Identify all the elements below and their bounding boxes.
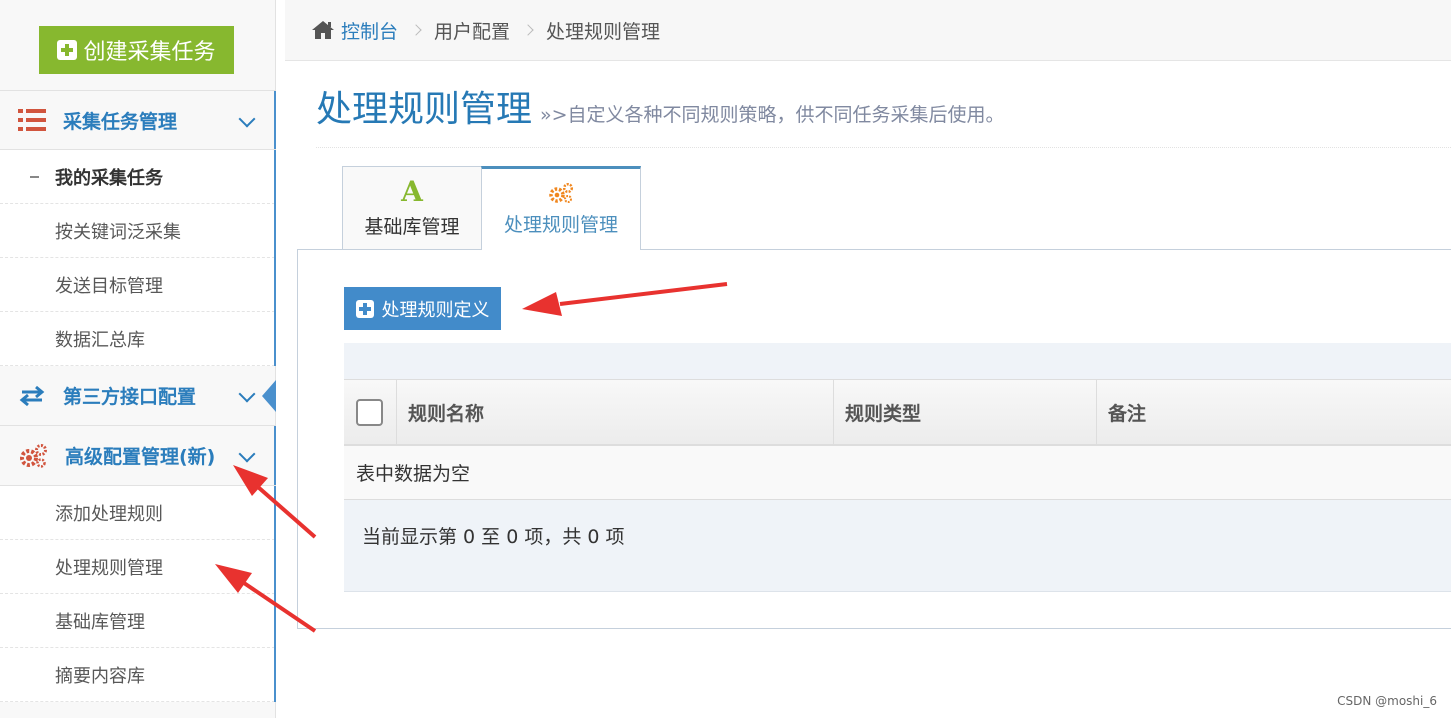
rules-table-wrapper: 规则名称 规则类型 备注 表中数据为空 当前显示第 0 至 0 项，共 0 项 (344, 343, 1451, 592)
list-icon (18, 109, 46, 131)
tab-panel: 处理规则定义 规则名称 规则类型 备注 表中数据为空 当前显示第 0 至 0 项… (297, 249, 1451, 629)
sidebar-item-label: 我的采集任务 (55, 167, 163, 189)
column-rule-type[interactable]: 规则类型 (833, 380, 1096, 444)
breadcrumb-current: 处理规则管理 (546, 20, 661, 43)
page-description: »>自定义各种不同规则策略，供不同任务采集后使用。 (540, 104, 1005, 126)
add-rule-label: 处理规则定义 (381, 299, 490, 321)
sidebar-item-base-library[interactable]: 基础库管理 (0, 594, 275, 648)
gears-icon (18, 443, 48, 469)
swap-icon (18, 385, 46, 407)
sidebar-item-summary-library[interactable]: 摘要内容库 (0, 648, 275, 702)
main-content: 控制台 用户配置 处理规则管理 处理规则管理 »>自定义各种不同规则策略，供不同… (285, 0, 1451, 718)
chevron-down-icon (238, 445, 256, 463)
watermark: CSDN @moshi_6 (1337, 694, 1437, 708)
sidebar-item-label: 发送目标管理 (55, 275, 163, 297)
sidebar-submenu-advanced-config: 添加处理规则 处理规则管理 基础库管理 摘要内容库 (0, 486, 276, 702)
sidebar-item-keyword-collect[interactable]: 按关键词泛采集 (0, 204, 275, 258)
sidebar-item-label: 基础库管理 (55, 611, 145, 633)
plus-icon (57, 40, 78, 60)
page-header: 处理规则管理 »>自定义各种不同规则策略，供不同任务采集后使用。 (316, 76, 1451, 148)
letter-a-icon: A (401, 175, 423, 208)
sidebar-submenu-task-management: 我的采集任务 按关键词泛采集 发送目标管理 数据汇总库 (0, 150, 276, 366)
tab-base-library[interactable]: A 基础库管理 (342, 166, 482, 250)
sidebar-item-add-rule[interactable]: 添加处理规则 (0, 486, 275, 540)
column-remark[interactable]: 备注 (1096, 380, 1451, 444)
sidebar-item-label: 添加处理规则 (55, 503, 163, 525)
sidebar-item-label: 数据汇总库 (55, 329, 145, 351)
column-rule-name[interactable]: 规则名称 (396, 380, 833, 444)
sidebar-group-advanced-config[interactable]: 高级配置管理(新) (0, 426, 276, 486)
sidebar-group-third-party[interactable]: 第三方接口配置 (0, 366, 276, 426)
breadcrumb-home-label: 控制台 (341, 20, 399, 43)
create-task-button[interactable]: 创建采集任务 (39, 26, 234, 74)
breadcrumb-home[interactable]: 控制台 (311, 17, 398, 44)
select-all-checkbox[interactable] (356, 398, 383, 426)
add-rule-button[interactable]: 处理规则定义 (344, 287, 501, 330)
table-info: 当前显示第 0 至 0 项，共 0 项 (362, 525, 625, 548)
table-empty-row: 表中数据为空 (344, 446, 1451, 500)
sidebar-item-label: 按关键词泛采集 (55, 221, 181, 243)
home-icon (312, 21, 334, 39)
tab-rule-management[interactable]: 处理规则管理 (481, 166, 641, 250)
create-area: 创建采集任务 (0, 0, 275, 91)
breadcrumb: 控制台 用户配置 处理规则管理 (285, 0, 1451, 61)
chevron-down-icon (238, 110, 256, 128)
create-task-label: 创建采集任务 (83, 40, 216, 65)
chevron-right-icon (410, 24, 422, 36)
sidebar-item-my-tasks[interactable]: 我的采集任务 (0, 150, 275, 204)
sidebar-group-title: 高级配置管理(新) (65, 446, 216, 468)
tab-bar: A 基础库管理 处理规则管理 (342, 166, 641, 250)
sidebar-group-task-management[interactable]: 采集任务管理 (0, 91, 276, 150)
tab-label: 处理规则管理 (503, 214, 618, 236)
select-all-cell (344, 380, 396, 444)
active-pointer (262, 380, 276, 412)
sidebar-item-label: 处理规则管理 (55, 557, 163, 579)
sidebar-item-label: 摘要内容库 (55, 665, 145, 687)
sidebar-item-rule-management[interactable]: 处理规则管理 (0, 540, 275, 594)
sidebar-group-title: 第三方接口配置 (63, 386, 197, 408)
sidebar-group-title: 采集任务管理 (63, 110, 178, 133)
table-header: 规则名称 规则类型 备注 (344, 379, 1451, 446)
breadcrumb-user-config[interactable]: 用户配置 (434, 17, 510, 44)
sidebar-item-data-summary[interactable]: 数据汇总库 (0, 312, 275, 366)
gears-icon (549, 182, 574, 203)
plus-icon (355, 299, 374, 318)
chevron-down-icon (238, 385, 256, 403)
page-title: 处理规则管理 (316, 89, 533, 130)
sidebar-item-send-target[interactable]: 发送目标管理 (0, 258, 275, 312)
tab-label: 基础库管理 (364, 216, 460, 238)
rules-table: 规则名称 规则类型 备注 表中数据为空 当前显示第 0 至 0 项，共 0 项 (344, 379, 1451, 570)
sidebar: 创建采集任务 采集任务管理 我的采集任务 按关键词泛采集 发送目标管理 数据汇总… (0, 0, 276, 718)
chevron-right-icon (522, 24, 534, 36)
